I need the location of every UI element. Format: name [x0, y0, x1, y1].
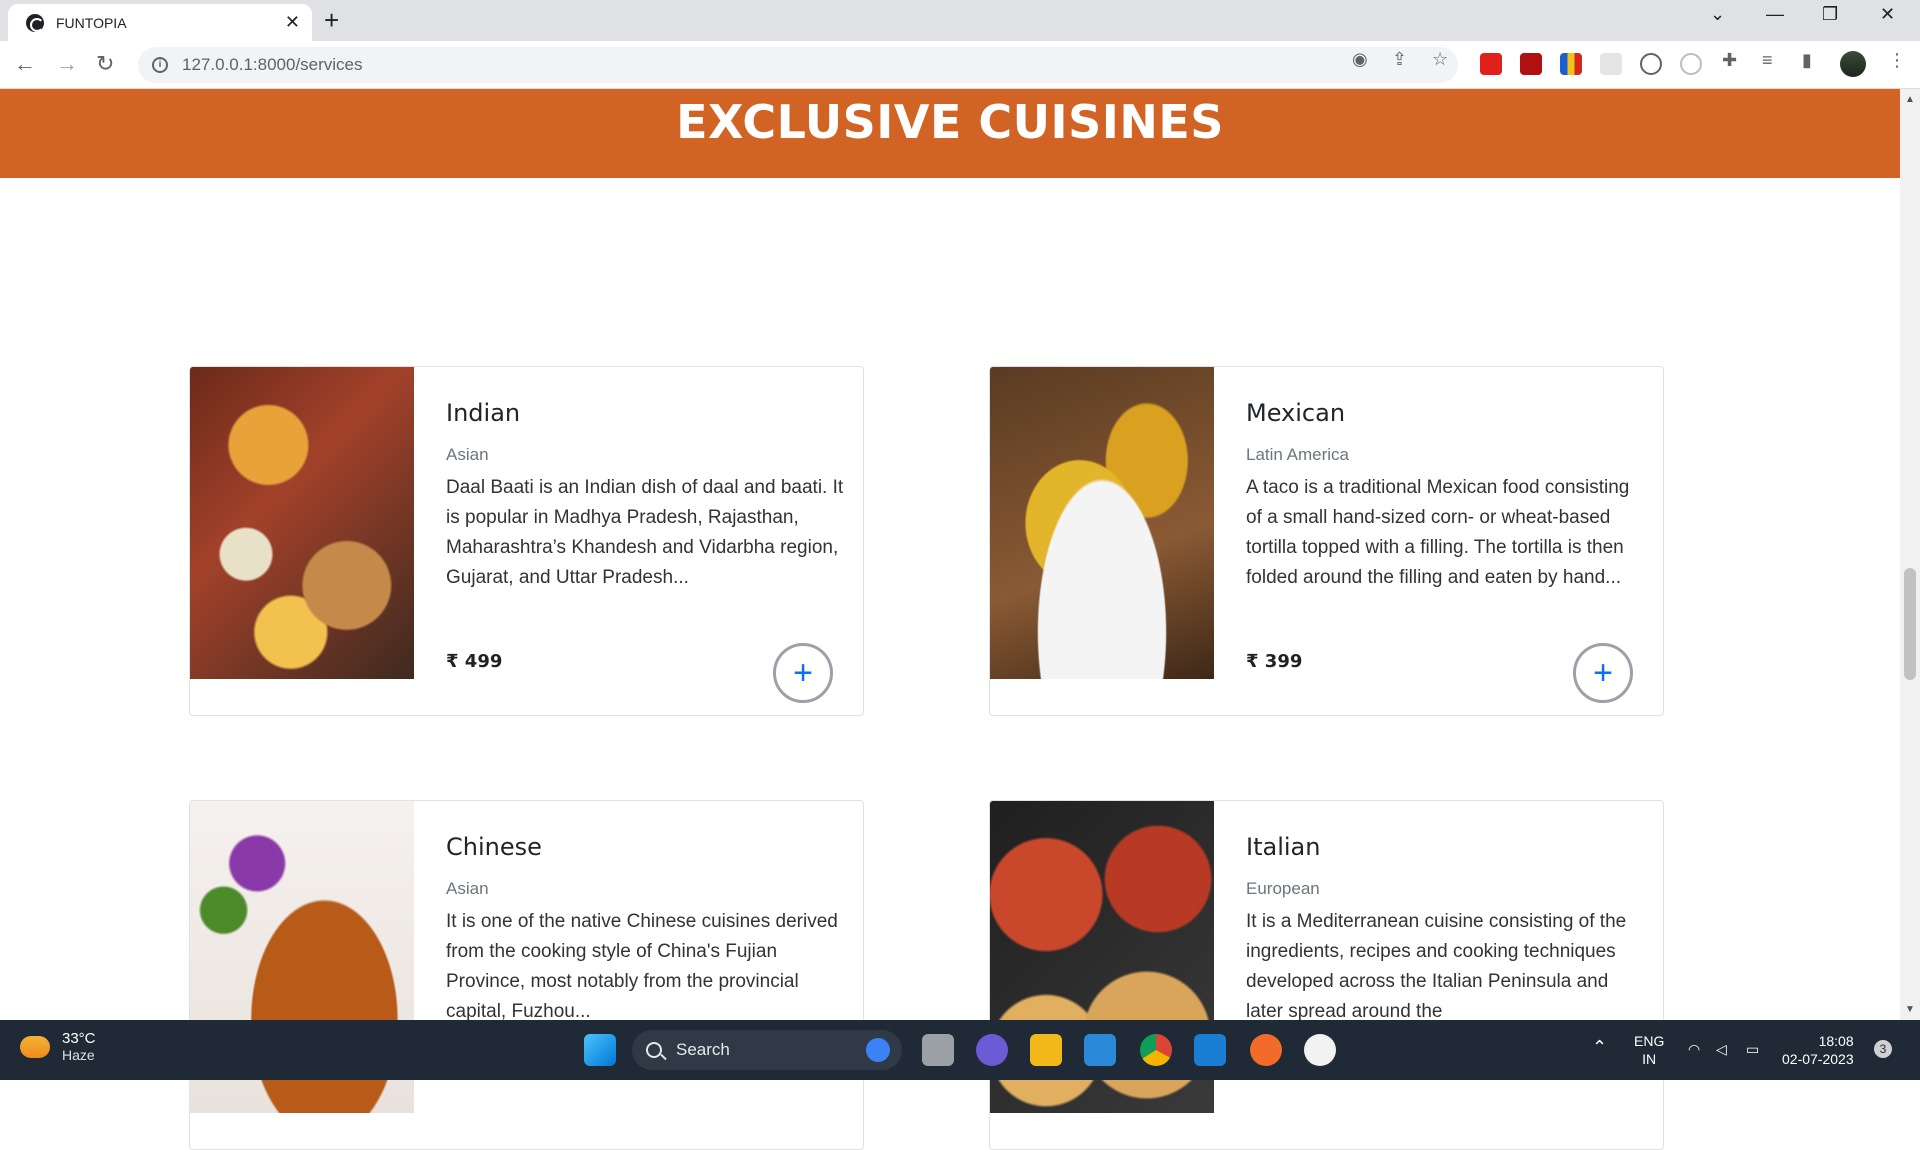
tab-title: FUNTOPIA: [56, 14, 127, 31]
eye-icon[interactable]: ◉: [1352, 49, 1368, 70]
battery-icon[interactable]: ▭: [1746, 1040, 1759, 1058]
tab-search-button[interactable]: ⌄: [1710, 4, 1725, 25]
show-hidden-icons-chevron-icon[interactable]: ⌃: [1592, 1038, 1607, 1056]
extension-icon[interactable]: [1600, 53, 1622, 75]
extension-icon[interactable]: [1640, 53, 1662, 75]
search-icon: [646, 1042, 662, 1058]
task-view-icon[interactable]: [922, 1034, 954, 1066]
side-panel-icon[interactable]: ▮: [1802, 50, 1812, 71]
clock-time: 18:08: [1818, 1033, 1854, 1049]
cuisine-name: Mexican: [1246, 399, 1346, 427]
cuisine-description: It is a Mediterranean cuisine consisting…: [1246, 911, 1627, 1022]
scroll-up-arrow-icon[interactable]: ▲: [1905, 94, 1915, 105]
cuisine-name: Indian: [446, 399, 521, 427]
bing-icon[interactable]: [866, 1038, 890, 1062]
notification-badge[interactable]: 3: [1874, 1040, 1892, 1058]
mongodb-compass-icon[interactable]: [1304, 1034, 1336, 1066]
reading-list-icon[interactable]: ≡: [1762, 50, 1773, 71]
cuisine-price: ₹ 499: [446, 651, 503, 672]
vscode-icon[interactable]: [1194, 1034, 1226, 1066]
cuisine-description: It is one of the native Chinese cuisines…: [446, 911, 838, 1022]
profile-avatar[interactable]: [1840, 51, 1866, 77]
cuisine-region: European: [1246, 879, 1320, 898]
add-to-cart-button[interactable]: +: [1573, 643, 1633, 703]
close-window-button[interactable]: ✕: [1880, 4, 1895, 25]
menu-kebab-icon[interactable]: ⋮: [1888, 50, 1906, 71]
tab-close-button[interactable]: ✕: [285, 12, 300, 33]
browser-tab[interactable]: FUNTOPIA ✕: [8, 4, 312, 41]
url-text[interactable]: 127.0.0.1:8000/services: [182, 55, 363, 75]
file-explorer-icon[interactable]: [1030, 1034, 1062, 1066]
windows-taskbar: 33°C Haze Search ⌃ ENG IN ◠ ◁ ▭ 18:08 02…: [0, 1020, 1920, 1080]
page-title: EXCLUSIVE CUISINES: [676, 95, 1224, 149]
cuisine-card: Italian European It is a Mediterranean c…: [989, 800, 1664, 1150]
volume-icon[interactable]: ◁: [1716, 1040, 1727, 1058]
cuisine-description: A taco is a traditional Mexican food con…: [1246, 477, 1630, 588]
cuisine-card: Chinese Asian It is one of the native Ch…: [189, 800, 864, 1150]
add-to-cart-button[interactable]: +: [773, 643, 833, 703]
browser-tab-bar: FUNTOPIA ✕ + ⌄ — ❐ ✕: [0, 0, 1920, 41]
haze-weather-icon: [20, 1035, 50, 1058]
cuisine-region: Latin America: [1246, 445, 1349, 464]
extension-icon[interactable]: [1520, 53, 1542, 75]
chrome-icon[interactable]: [1140, 1034, 1172, 1066]
puzzle-extensions-icon[interactable]: ✚: [1722, 50, 1737, 71]
taskbar-search[interactable]: Search: [632, 1030, 902, 1070]
language-code: ENG: [1634, 1033, 1665, 1049]
notepad-icon[interactable]: [1084, 1034, 1116, 1066]
wifi-icon[interactable]: ◠: [1688, 1040, 1700, 1058]
minimize-button[interactable]: —: [1766, 4, 1784, 25]
restore-button[interactable]: ❐: [1822, 4, 1838, 25]
scrollbar-thumb[interactable]: [1904, 568, 1916, 680]
back-button[interactable]: ←: [14, 51, 36, 77]
region-code: IN: [1642, 1051, 1657, 1067]
cuisine-card: Indian Asian Daal Baati is an Indian dis…: [189, 366, 864, 716]
weather-widget[interactable]: 33°C Haze: [20, 1030, 96, 1063]
cuisine-price: ₹ 399: [1246, 651, 1303, 672]
cuisine-region: Asian: [446, 879, 489, 898]
language-indicator[interactable]: ENG IN: [1634, 1032, 1664, 1068]
globe-icon: [26, 13, 44, 32]
clock-date: 02-07-2023: [1782, 1051, 1854, 1067]
bookmark-star-icon[interactable]: ☆: [1432, 49, 1448, 70]
browser-toolbar: ← → ↻ i 127.0.0.1:8000/services ◉ ⇪ ☆ ✚ …: [0, 41, 1920, 89]
reload-button[interactable]: ↻: [96, 51, 114, 77]
cuisine-region: Asian: [446, 445, 489, 464]
indian-thali-image: [190, 367, 414, 679]
extension-icon[interactable]: [1560, 53, 1582, 75]
teams-chat-icon[interactable]: [976, 1034, 1008, 1066]
page-scrollbar[interactable]: [1900, 89, 1920, 1020]
weather-temperature: 33°C: [62, 1030, 96, 1047]
extension-icon[interactable]: [1680, 53, 1702, 75]
address-bar[interactable]: i 127.0.0.1:8000/services: [138, 47, 1458, 83]
clock[interactable]: 18:08 02-07-2023: [1782, 1032, 1854, 1068]
weather-condition: Haze: [62, 1047, 95, 1063]
new-tab-button[interactable]: +: [324, 6, 339, 34]
tacos-image: [990, 367, 1214, 679]
search-label: Search: [676, 1040, 730, 1059]
share-icon[interactable]: ⇪: [1392, 49, 1407, 70]
cuisine-card: Mexican Latin America A taco is a tradit…: [989, 366, 1664, 716]
postman-icon[interactable]: [1250, 1034, 1282, 1066]
cuisine-name: Italian: [1246, 833, 1321, 861]
page-header-banner: EXCLUSIVE CUISINES: [0, 89, 1900, 178]
cuisine-name: Chinese: [446, 833, 542, 861]
site-info-icon[interactable]: i: [152, 57, 168, 73]
cuisine-description: Daal Baati is an Indian dish of daal and…: [446, 477, 844, 588]
forward-button[interactable]: →: [56, 51, 78, 77]
youtube-extension-icon[interactable]: [1480, 53, 1502, 75]
scroll-down-arrow-icon[interactable]: ▼: [1905, 1004, 1915, 1015]
windows-start-icon[interactable]: [584, 1034, 616, 1066]
